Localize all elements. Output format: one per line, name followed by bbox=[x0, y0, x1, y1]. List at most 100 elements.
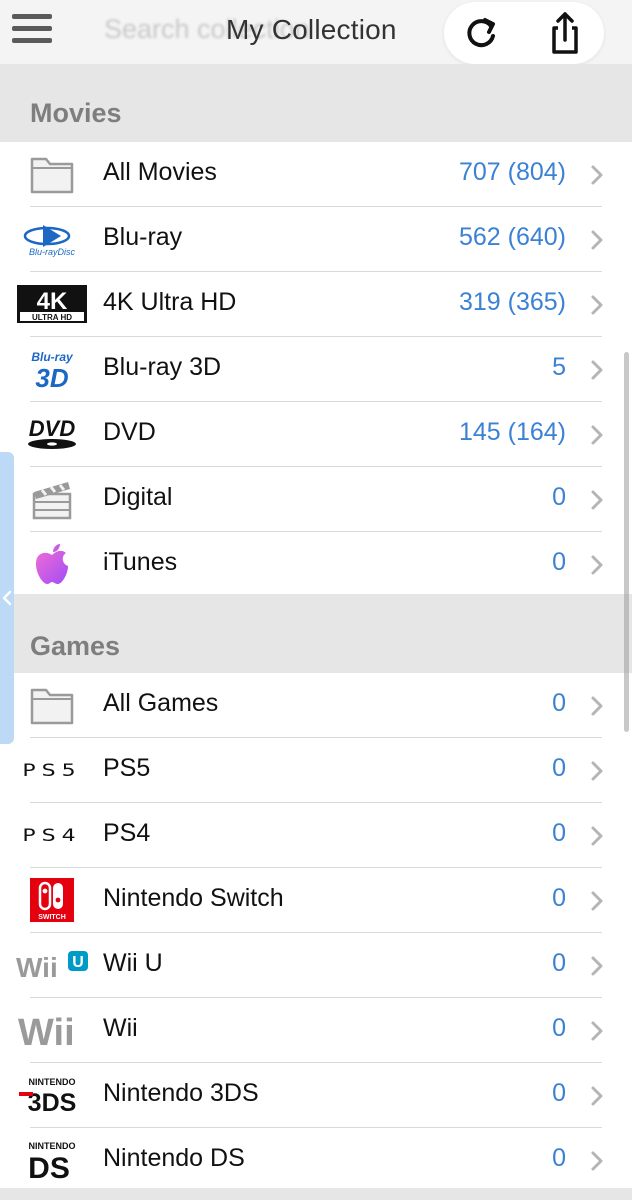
row-count: 319 (365) bbox=[458, 288, 566, 316]
svg-text:Blu-rayDisc: Blu-rayDisc bbox=[29, 247, 76, 257]
scrollbar[interactable] bbox=[624, 352, 629, 732]
row-ps4[interactable]: PS4 PS4 0 bbox=[0, 803, 632, 868]
chevron-right-icon bbox=[591, 1151, 603, 1171]
row-count: 0 bbox=[552, 949, 566, 977]
row-count: 0 bbox=[552, 1144, 566, 1172]
row-count: 0 bbox=[552, 1014, 566, 1042]
svg-text:DVD: DVD bbox=[29, 416, 76, 441]
svg-text:DS: DS bbox=[28, 1152, 70, 1181]
chevron-right-icon bbox=[591, 425, 603, 445]
row-all-movies[interactable]: All Movies 707 (804) bbox=[0, 142, 632, 207]
folder-icon bbox=[14, 151, 90, 197]
nintendo-ds-logo-icon: NINTENDO DS bbox=[14, 1137, 90, 1183]
chevron-right-icon bbox=[591, 826, 603, 846]
svg-text:4K: 4K bbox=[37, 288, 68, 315]
svg-text:U: U bbox=[72, 954, 84, 971]
svg-text:Wii: Wii bbox=[18, 1012, 75, 1051]
page-title: My Collection bbox=[226, 14, 397, 45]
chevron-right-icon bbox=[591, 295, 603, 315]
row-dvd[interactable]: DVD DVD 145 (164) bbox=[0, 402, 632, 467]
bluray-3d-logo-icon: Blu-ray 3D bbox=[14, 346, 90, 392]
svg-text:PS5: PS5 bbox=[22, 761, 81, 781]
row-count: 0 bbox=[552, 689, 566, 717]
row-blu-ray[interactable]: Blu-rayDisc Blu-ray 562 (640) bbox=[0, 207, 632, 272]
nintendo-3ds-logo-icon: NINTENDO 3DS bbox=[14, 1072, 90, 1118]
chevron-right-icon bbox=[591, 1086, 603, 1106]
folder-icon bbox=[14, 682, 90, 728]
nintendo-switch-logo-icon: SWITCH bbox=[14, 877, 90, 923]
row-count: 0 bbox=[552, 548, 566, 576]
row-label: Nintendo 3DS bbox=[103, 1079, 259, 1107]
row-count: 0 bbox=[552, 1079, 566, 1107]
row-label: Blu-ray bbox=[103, 223, 183, 251]
row-itunes[interactable]: iTunes 0 bbox=[0, 532, 632, 597]
section-footer bbox=[0, 1188, 632, 1200]
row-count: 5 bbox=[552, 353, 566, 381]
chevron-right-icon bbox=[591, 165, 603, 185]
navigation-bar: Search collection My Collection bbox=[0, 0, 632, 64]
svg-text:Wii: Wii bbox=[16, 952, 58, 983]
row-label: DVD bbox=[103, 418, 156, 446]
svg-text:3DS: 3DS bbox=[28, 1089, 77, 1115]
row-count: 707 (804) bbox=[458, 158, 566, 186]
row-wii[interactable]: Wii Wii 0 bbox=[0, 998, 632, 1063]
row-count: 145 (164) bbox=[458, 418, 566, 446]
section-title: Games bbox=[30, 631, 121, 661]
drawer-handle[interactable] bbox=[0, 452, 14, 744]
chevron-right-icon bbox=[591, 761, 603, 781]
svg-text:PS4: PS4 bbox=[22, 826, 81, 846]
svg-text:Blu-ray: Blu-ray bbox=[31, 350, 74, 364]
chevron-right-icon bbox=[591, 696, 603, 716]
clapperboard-icon bbox=[14, 476, 90, 522]
4k-ultra-hd-logo-icon: 4K ULTRA HD bbox=[14, 281, 90, 327]
chevron-right-icon bbox=[591, 555, 603, 575]
svg-text:SWITCH: SWITCH bbox=[38, 914, 66, 921]
row-label: Wii bbox=[103, 1014, 138, 1042]
chevron-right-icon bbox=[591, 230, 603, 250]
dvd-logo-icon: DVD bbox=[14, 411, 90, 457]
row-label: Wii U bbox=[103, 949, 163, 977]
svg-text:3D: 3D bbox=[35, 363, 68, 390]
row-label: iTunes bbox=[103, 548, 178, 576]
chevron-right-icon bbox=[591, 1021, 603, 1041]
chevron-left-icon bbox=[2, 590, 12, 606]
row-label: PS4 bbox=[103, 819, 151, 847]
wii-u-logo-icon: Wii U bbox=[14, 942, 90, 988]
row-label: Digital bbox=[103, 483, 173, 511]
chevron-right-icon bbox=[591, 891, 603, 911]
row-nintendo-3ds[interactable]: NINTENDO 3DS Nintendo 3DS 0 bbox=[0, 1063, 632, 1128]
row-count: 0 bbox=[552, 884, 566, 912]
svg-text:NINTENDO: NINTENDO bbox=[29, 1141, 76, 1151]
row-count: 0 bbox=[552, 819, 566, 847]
row-label: Blu-ray 3D bbox=[103, 353, 222, 381]
row-digital[interactable]: Digital 0 bbox=[0, 467, 632, 532]
row-label: 4K Ultra HD bbox=[103, 288, 237, 316]
ps4-logo-icon: PS4 bbox=[14, 812, 90, 858]
hamburger-menu-icon[interactable] bbox=[12, 10, 52, 46]
row-label: All Movies bbox=[103, 158, 217, 186]
row-nintendo-switch[interactable]: SWITCH Nintendo Switch 0 bbox=[0, 868, 632, 933]
row-label: Nintendo DS bbox=[103, 1144, 245, 1172]
row-all-games[interactable]: All Games 0 bbox=[0, 673, 632, 738]
section-title: Movies bbox=[30, 98, 122, 128]
refresh-icon[interactable] bbox=[458, 10, 504, 56]
chevron-right-icon bbox=[591, 490, 603, 510]
bluray-logo-icon: Blu-rayDisc bbox=[14, 216, 90, 262]
row-label: All Games bbox=[103, 689, 219, 717]
row-4k-ultra-hd[interactable]: 4K ULTRA HD 4K Ultra HD 319 (365) bbox=[0, 272, 632, 337]
row-count: 562 (640) bbox=[458, 223, 566, 251]
row-wii-u[interactable]: Wii U Wii U 0 bbox=[0, 933, 632, 998]
row-ps5[interactable]: PS5 PS5 0 bbox=[0, 738, 632, 803]
action-pill bbox=[444, 2, 604, 64]
share-icon[interactable] bbox=[542, 10, 588, 56]
row-count: 0 bbox=[552, 754, 566, 782]
row-nintendo-ds[interactable]: NINTENDO DS Nintendo DS 0 bbox=[0, 1128, 632, 1193]
row-count: 0 bbox=[552, 483, 566, 511]
svg-text:NINTENDO: NINTENDO bbox=[29, 1077, 76, 1087]
section-header-movies: Movies bbox=[0, 64, 632, 142]
row-label: Nintendo Switch bbox=[103, 884, 284, 912]
chevron-right-icon bbox=[591, 956, 603, 976]
row-blu-ray-3d[interactable]: Blu-ray 3D Blu-ray 3D 5 bbox=[0, 337, 632, 402]
section-header-games: Games bbox=[0, 594, 632, 673]
row-label: PS5 bbox=[103, 754, 151, 782]
